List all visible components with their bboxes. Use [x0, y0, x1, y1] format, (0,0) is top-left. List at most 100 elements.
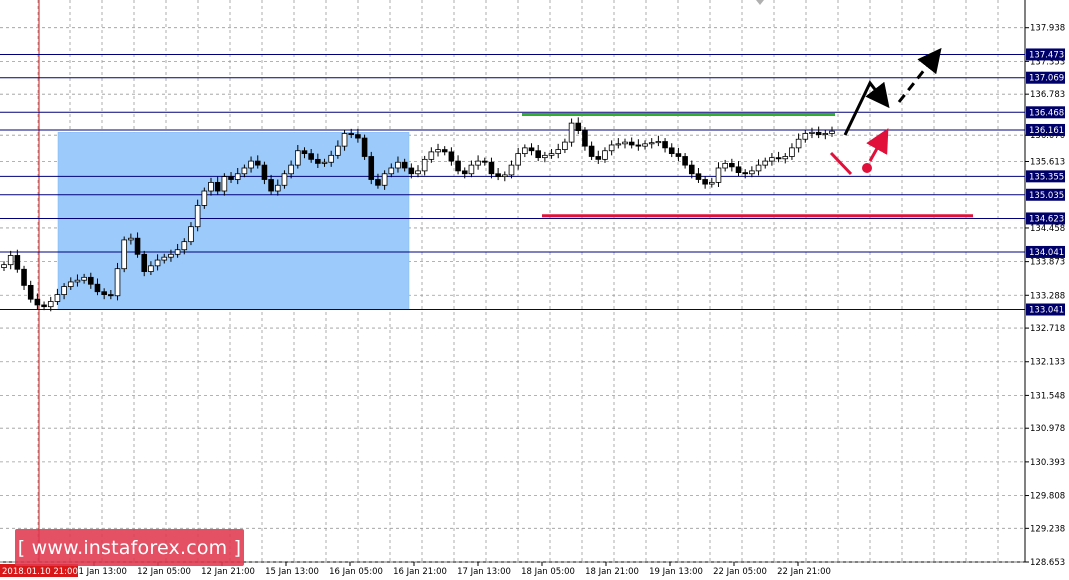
y-tick-label: 128.653: [1030, 558, 1065, 568]
candle-body: [21, 268, 27, 286]
candle-body: [615, 143, 622, 146]
candle-body: [421, 158, 428, 172]
candle-body: [221, 176, 228, 192]
candle-body: [81, 276, 87, 281]
candle-body: [515, 153, 521, 166]
candle-body: [562, 141, 568, 150]
candle-body: [7, 255, 14, 266]
candle-body: [782, 156, 789, 160]
candle-body: [468, 164, 475, 175]
y-tick-label: 129.238: [1030, 524, 1065, 534]
candle-body: [388, 167, 395, 175]
candle-body: [408, 167, 415, 175]
watermark-text: [ www.instaforex.com ]: [17, 536, 242, 559]
candle-body: [522, 147, 528, 155]
candle-body: [415, 170, 421, 175]
candle-body: [508, 164, 515, 176]
level-label: 136.161: [1029, 126, 1064, 136]
y-tick-label: 132.133: [1030, 358, 1065, 368]
candle-body: [47, 301, 54, 308]
candle-body: [568, 122, 575, 143]
candle-body: [702, 179, 708, 185]
candle-body: [234, 173, 241, 180]
candle-body: [121, 239, 127, 270]
candle-body: [348, 133, 355, 136]
candle-body: [495, 173, 501, 178]
candle-body: [668, 147, 675, 155]
candle-body: [502, 174, 508, 178]
candle-body: [67, 281, 74, 287]
y-tick-label: 130.978: [1030, 424, 1065, 434]
candle-body: [381, 173, 388, 186]
candle-body: [789, 147, 795, 157]
candle-body: [695, 173, 702, 180]
y-tick-label: 133.288: [1030, 291, 1065, 301]
candle-body: [315, 158, 321, 164]
candle-body: [254, 160, 261, 166]
candle-body: [448, 151, 455, 162]
candle-body: [281, 173, 288, 186]
candle-body: [321, 161, 328, 164]
y-tick-label: 135.613: [1030, 157, 1065, 167]
candle-body: [361, 137, 368, 157]
candle-body: [802, 133, 809, 140]
y-tick-label: 137.938: [1030, 24, 1065, 34]
x-tick-label: 17 Jan 13:00: [457, 567, 511, 577]
candle-body: [27, 284, 34, 300]
candle-body: [341, 133, 348, 147]
candle-body: [261, 164, 268, 180]
candle-body: [274, 184, 281, 192]
x-tick-label: 22 Jan 21:00: [777, 567, 831, 577]
candle-body: [268, 179, 274, 192]
candle-body: [328, 154, 334, 163]
candle-body: [608, 144, 615, 152]
candle-body: [401, 161, 408, 169]
candle-body: [101, 291, 107, 295]
candle-body: [809, 131, 815, 134]
price-chart[interactable]: 137.938137.353136.783136.070135.613134.4…: [0, 0, 1069, 580]
candle-body: [34, 298, 41, 306]
y-tick-label: 131.548: [1030, 391, 1065, 401]
y-tick-label: 136.783: [1030, 90, 1065, 100]
candle-body: [709, 181, 715, 185]
candle-body: [154, 259, 161, 267]
level-label: 136.468: [1029, 108, 1064, 118]
candle-body: [682, 156, 688, 166]
candle-body: [595, 156, 602, 160]
candle-body: [208, 181, 214, 192]
level-label: 135.035: [1029, 191, 1064, 201]
candle-body: [214, 181, 221, 192]
candle-body: [481, 160, 488, 163]
candle-body: [168, 253, 174, 258]
candle-body: [822, 133, 829, 136]
candle-body: [395, 161, 401, 169]
candle-body: [228, 176, 234, 180]
y-tick-label: 134.458: [1030, 224, 1065, 234]
range-box-layer: [57, 132, 410, 310]
candle-body: [555, 149, 562, 155]
candle-body: [88, 276, 94, 285]
candle-body: [688, 164, 695, 175]
candle-body: [769, 157, 775, 162]
candle-body: [602, 150, 608, 160]
candle-body: [355, 134, 361, 139]
candle-body: [535, 150, 541, 159]
candle-body: [775, 157, 782, 160]
candle-body: [548, 153, 555, 156]
candle-body: [488, 161, 495, 175]
candle-body: [622, 141, 628, 145]
candle-body: [141, 253, 148, 272]
candle-body: [174, 249, 181, 255]
watermark-badge: [ www.instaforex.com ]: [15, 529, 244, 566]
candle-body: [194, 205, 201, 228]
candle-body: [54, 294, 61, 302]
candle-body: [114, 268, 121, 297]
candle-body: [795, 138, 802, 149]
candle-body: [1, 264, 7, 268]
candle-body: [295, 150, 301, 166]
candle-body: [762, 160, 769, 166]
candle-body: [161, 256, 168, 261]
y-tick-label: 132.718: [1030, 324, 1065, 334]
candle-body: [188, 226, 194, 243]
candle-body: [308, 153, 314, 160]
